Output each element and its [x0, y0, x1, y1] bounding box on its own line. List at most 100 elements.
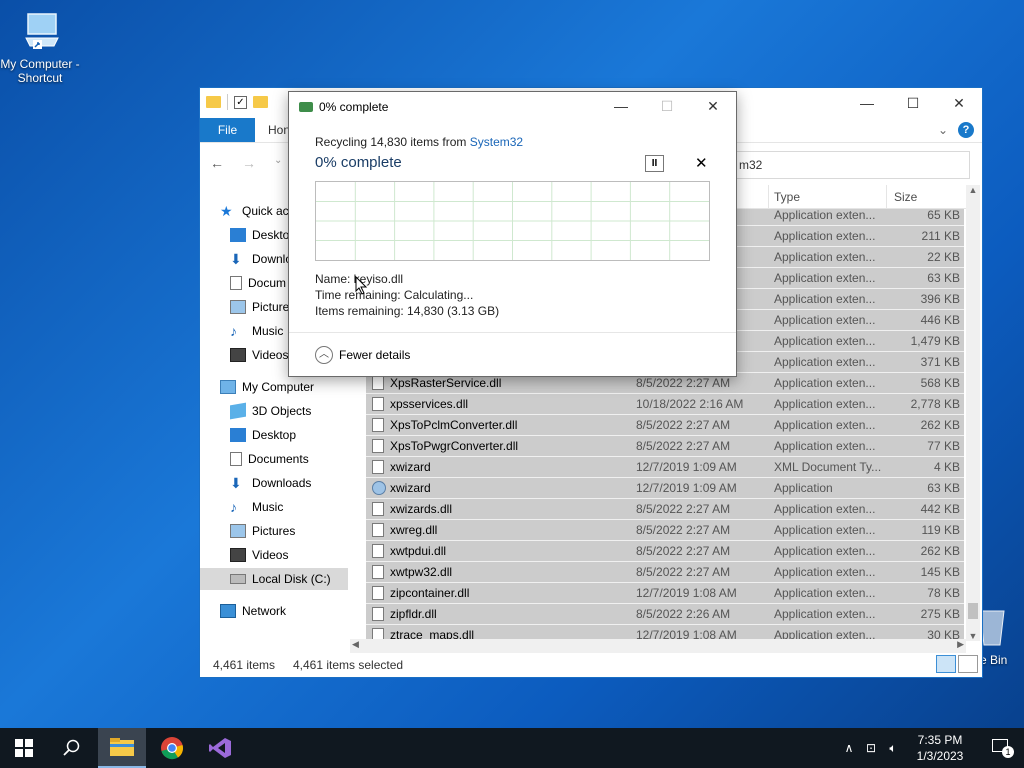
back-arrow-icon[interactable]: ←: [210, 155, 224, 171]
dialog-divider: [289, 332, 736, 333]
source-folder-link[interactable]: System32: [470, 135, 523, 149]
tab-home[interactable]: Hon: [268, 123, 290, 137]
search-button[interactable]: [48, 728, 96, 768]
my-computer-shortcut-label: My Computer - Shortcut: [0, 57, 80, 85]
nav-downloads[interactable]: ⬇ Downloads: [230, 472, 311, 494]
table-row[interactable]: XpsToPclmConverter.dll 8/5/2022 2:27 AM Ap…: [366, 415, 964, 436]
nav-quick-documents[interactable]: Docum: [230, 272, 286, 294]
folder-icon: [206, 96, 221, 108]
minimize-button[interactable]: —: [844, 88, 890, 118]
nav-quick-desktop[interactable]: Deskto: [230, 224, 289, 246]
nav-pictures[interactable]: Pictures: [230, 520, 295, 542]
dll-file-icon: [372, 418, 384, 432]
file-type: Application exten...: [774, 502, 876, 516]
nav-quick-music[interactable]: ♪ Music: [230, 320, 283, 342]
table-row[interactable]: xwtpdui.dll 8/5/2022 2:27 AM Application e…: [366, 541, 964, 562]
nav-label: Music: [252, 500, 284, 514]
new-folder-icon[interactable]: [253, 96, 268, 108]
dialog-minimize-button[interactable]: —: [598, 92, 644, 122]
table-row[interactable]: zipcontainer.dll 12/7/2019 1:08 AM Applica…: [366, 583, 964, 604]
help-icon[interactable]: ?: [958, 122, 974, 138]
taskbar: ∧ ⊡ 🔈︎ 7:35 PM 1/3/2023 1: [0, 728, 1024, 768]
dialog-close-button[interactable]: ✕: [690, 92, 736, 122]
taskbar-chrome[interactable]: [148, 728, 196, 768]
nav-quick-videos[interactable]: Videos: [230, 344, 288, 366]
table-row[interactable]: xwizard 12/7/2019 1:09 AM Application 63 KB: [366, 478, 964, 499]
file-type: Application exten...: [774, 376, 876, 390]
file-name: xwtpdui.dll: [390, 544, 447, 558]
expand-ribbon-icon[interactable]: ⌄: [938, 123, 948, 137]
start-button[interactable]: [0, 728, 48, 768]
table-row[interactable]: zipfldr.dll 8/5/2022 2:26 AM Application e…: [366, 604, 964, 625]
application-icon: [372, 481, 386, 495]
nav-label: Picture: [252, 300, 290, 314]
nav-label: Desktop: [252, 428, 297, 442]
scroll-right-icon[interactable]: ▶: [957, 639, 964, 650]
table-row[interactable]: xpsservices.dll 10/18/2022 2:16 AM Applica…: [366, 394, 964, 415]
nav-quick-pictures[interactable]: Picture: [230, 296, 289, 318]
nav-my-computer[interactable]: My Computer: [220, 376, 314, 398]
visual-studio-icon: [209, 738, 231, 758]
table-row[interactable]: XpsToPwgrConverter.dll 8/5/2022 2:27 AM Ap…: [366, 436, 964, 457]
computer-icon: [20, 10, 60, 54]
nav-videos[interactable]: Videos: [230, 544, 288, 566]
forward-arrow-icon[interactable]: →: [242, 155, 256, 171]
horizontal-scrollbar[interactable]: ◀ ▶: [350, 639, 966, 653]
scrollbar-thumb[interactable]: [968, 603, 978, 619]
file-type: Application exten...: [774, 355, 876, 369]
file-size: 442 KB: [920, 502, 960, 516]
recycling-text: Recycling 14,830 items from: [315, 135, 470, 149]
nav-desktop[interactable]: Desktop: [230, 424, 296, 446]
nav-music[interactable]: ♪ Music: [230, 496, 283, 518]
pictures-icon: [230, 524, 246, 538]
volume-icon[interactable]: 🔈︎: [882, 741, 904, 756]
taskbar-visual-studio[interactable]: [196, 728, 244, 768]
scroll-down-icon[interactable]: ▼: [966, 631, 980, 641]
network-icon: [220, 604, 236, 618]
clock[interactable]: 7:35 PM 1/3/2023: [904, 732, 976, 764]
column-type[interactable]: Type: [774, 190, 800, 204]
file-type: Application exten...: [774, 229, 876, 243]
recent-locations-icon[interactable]: ⌄: [274, 155, 282, 171]
dialog-maximize-button: ☐: [660, 98, 674, 114]
file-size: 77 KB: [927, 439, 960, 453]
file-date: 8/5/2022 2:27 AM: [636, 565, 731, 579]
file-type: Application exten...: [774, 250, 876, 264]
pause-button[interactable]: II: [645, 155, 664, 172]
properties-icon[interactable]: ✓: [234, 95, 247, 109]
table-row[interactable]: xwtpw32.dll 8/5/2022 2:27 AM Application e…: [366, 562, 964, 583]
details-view-icon[interactable]: [936, 655, 956, 673]
network-status-icon[interactable]: ⊡: [860, 741, 882, 755]
dialog-titlebar[interactable]: 0% complete — ☐ ✕: [289, 92, 736, 122]
fewer-details-toggle[interactable]: ︿ Fewer details: [315, 346, 410, 364]
scroll-up-icon[interactable]: ▲: [966, 185, 980, 195]
cancel-icon[interactable]: ✕: [695, 154, 708, 172]
large-icons-view-icon[interactable]: [958, 655, 978, 673]
table-row[interactable]: xwizard 12/7/2019 1:09 AM XML Document Ty.…: [366, 457, 964, 478]
taskbar-file-explorer[interactable]: [98, 728, 146, 768]
maximize-button[interactable]: ☐: [890, 88, 936, 118]
vertical-scrollbar[interactable]: ▲ ▼: [966, 185, 980, 641]
nav-local-disk[interactable]: Local Disk (C:): [200, 568, 348, 590]
file-type: Application exten...: [774, 523, 876, 537]
chevron-up-icon[interactable]: ∧: [838, 741, 860, 755]
document-icon: [230, 276, 242, 290]
scroll-left-icon[interactable]: ◀: [352, 639, 359, 650]
address-bar[interactable]: m32: [730, 151, 970, 179]
tab-file[interactable]: File: [200, 118, 255, 142]
fewer-details-label: Fewer details: [339, 348, 411, 362]
nav-3d-objects[interactable]: 3D Objects: [230, 400, 311, 422]
file-date: 8/5/2022 2:26 AM: [636, 607, 731, 621]
action-center-button[interactable]: 1: [976, 728, 1024, 768]
quick-access-toolbar: ✓: [206, 94, 268, 110]
nav-quick-access[interactable]: ★ Quick ac: [220, 200, 289, 222]
my-computer-shortcut[interactable]: My Computer - Shortcut: [0, 10, 80, 85]
nav-network[interactable]: Network: [220, 600, 286, 622]
table-row[interactable]: xwreg.dll 8/5/2022 2:27 AM Application ext…: [366, 520, 964, 541]
column-size[interactable]: Size: [894, 190, 917, 204]
nav-label: Music: [252, 324, 284, 338]
nav-quick-downloads[interactable]: ⬇ Downlo: [230, 248, 292, 270]
nav-documents[interactable]: Documents: [230, 448, 309, 470]
table-row[interactable]: xwizards.dll 8/5/2022 2:27 AM Application …: [366, 499, 964, 520]
close-button[interactable]: ✕: [936, 88, 982, 118]
